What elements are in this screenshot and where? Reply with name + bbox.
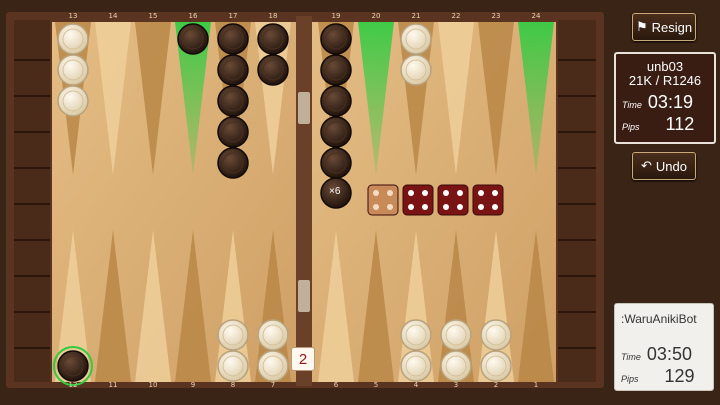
player-panel-top: unb03 21K / R1246 Time 03:19 Pips 112 (614, 52, 716, 144)
point-number-2: 2 (493, 381, 499, 389)
point-number-24: 24 (531, 12, 541, 20)
undo-arrow-icon: ↶ (641, 158, 652, 173)
pips-value: 112 (665, 114, 695, 134)
point-number-1: 1 (533, 381, 539, 389)
point-number-7: 7 (270, 381, 276, 389)
die-pip (478, 204, 484, 210)
player-name: unb03 (646, 59, 684, 74)
die-pip (408, 204, 414, 210)
undo-button[interactable]: ↶ Undo (632, 152, 696, 180)
point-number-16: 16 (188, 12, 198, 20)
point-number-14: 14 (108, 12, 118, 20)
pips-value: 129 (664, 366, 695, 386)
die-3[interactable] (437, 184, 469, 216)
die-pip (457, 190, 463, 196)
point-number-5: 5 (373, 381, 379, 389)
point-number-21: 21 (411, 12, 421, 20)
die-pip (408, 190, 414, 196)
player-panel-bottom: :WaruAnikiBot Time 03:50 Pips 129 (614, 303, 714, 391)
die-pip (492, 204, 498, 210)
resign-button[interactable]: ⚑ Resign (632, 13, 696, 41)
center-bar (296, 16, 312, 386)
die-4[interactable] (472, 184, 504, 216)
time-value: 03:50 (646, 344, 692, 364)
time-row: Time 03:19 (622, 92, 693, 112)
point-number-20: 20 (371, 12, 381, 20)
point-number-17: 17 (228, 12, 238, 20)
time-value: 03:19 (647, 92, 693, 112)
die-pip (373, 190, 379, 196)
point-number-3: 3 (453, 381, 459, 389)
point-number-15: 15 (148, 12, 158, 20)
player-name: :WaruAnikiBot (621, 312, 697, 326)
point-number-19: 19 (331, 12, 341, 20)
point-number-13: 13 (68, 12, 78, 20)
point-number-11: 11 (108, 381, 118, 389)
backgammon-game: 2 ⚑ Resign ↶ Undo unb03 21K / R1246 Time… (0, 0, 720, 405)
die-2[interactable] (402, 184, 434, 216)
point-number-12: 12 (68, 381, 78, 389)
time-row: Time 03:50 (621, 344, 692, 364)
point-number-8: 8 (230, 381, 236, 389)
die-pip (478, 190, 484, 196)
die-pip (492, 190, 498, 196)
die-pip (457, 204, 463, 210)
hinge-top (298, 92, 310, 124)
die-pip (422, 204, 428, 210)
point-number-22: 22 (451, 12, 461, 20)
point-number-6: 6 (333, 381, 339, 389)
doubling-cube[interactable]: 2 (291, 347, 315, 371)
point-number-10: 10 (148, 381, 158, 389)
die-pip (443, 190, 449, 196)
die-pip (373, 204, 379, 210)
die-pip (422, 190, 428, 196)
pips-row: Pips 112 (622, 114, 695, 134)
stack-count-badge: ×6 (329, 186, 341, 197)
die-1[interactable] (367, 184, 399, 216)
pips-row: Pips 129 (621, 366, 695, 386)
die-pip (443, 204, 449, 210)
point-number-23: 23 (491, 12, 501, 20)
die-pip (387, 190, 393, 196)
player-rating: 21K / R1246 (628, 73, 702, 88)
point-number-18: 18 (268, 12, 278, 20)
point-number-4: 4 (413, 381, 419, 389)
right-tray (558, 20, 596, 382)
point-number-9: 9 (190, 381, 196, 389)
left-tray (14, 20, 50, 382)
game-board[interactable] (0, 0, 720, 405)
die-pip (387, 204, 393, 210)
hinge-bottom (298, 280, 310, 312)
flag-icon: ⚑ (635, 19, 648, 34)
